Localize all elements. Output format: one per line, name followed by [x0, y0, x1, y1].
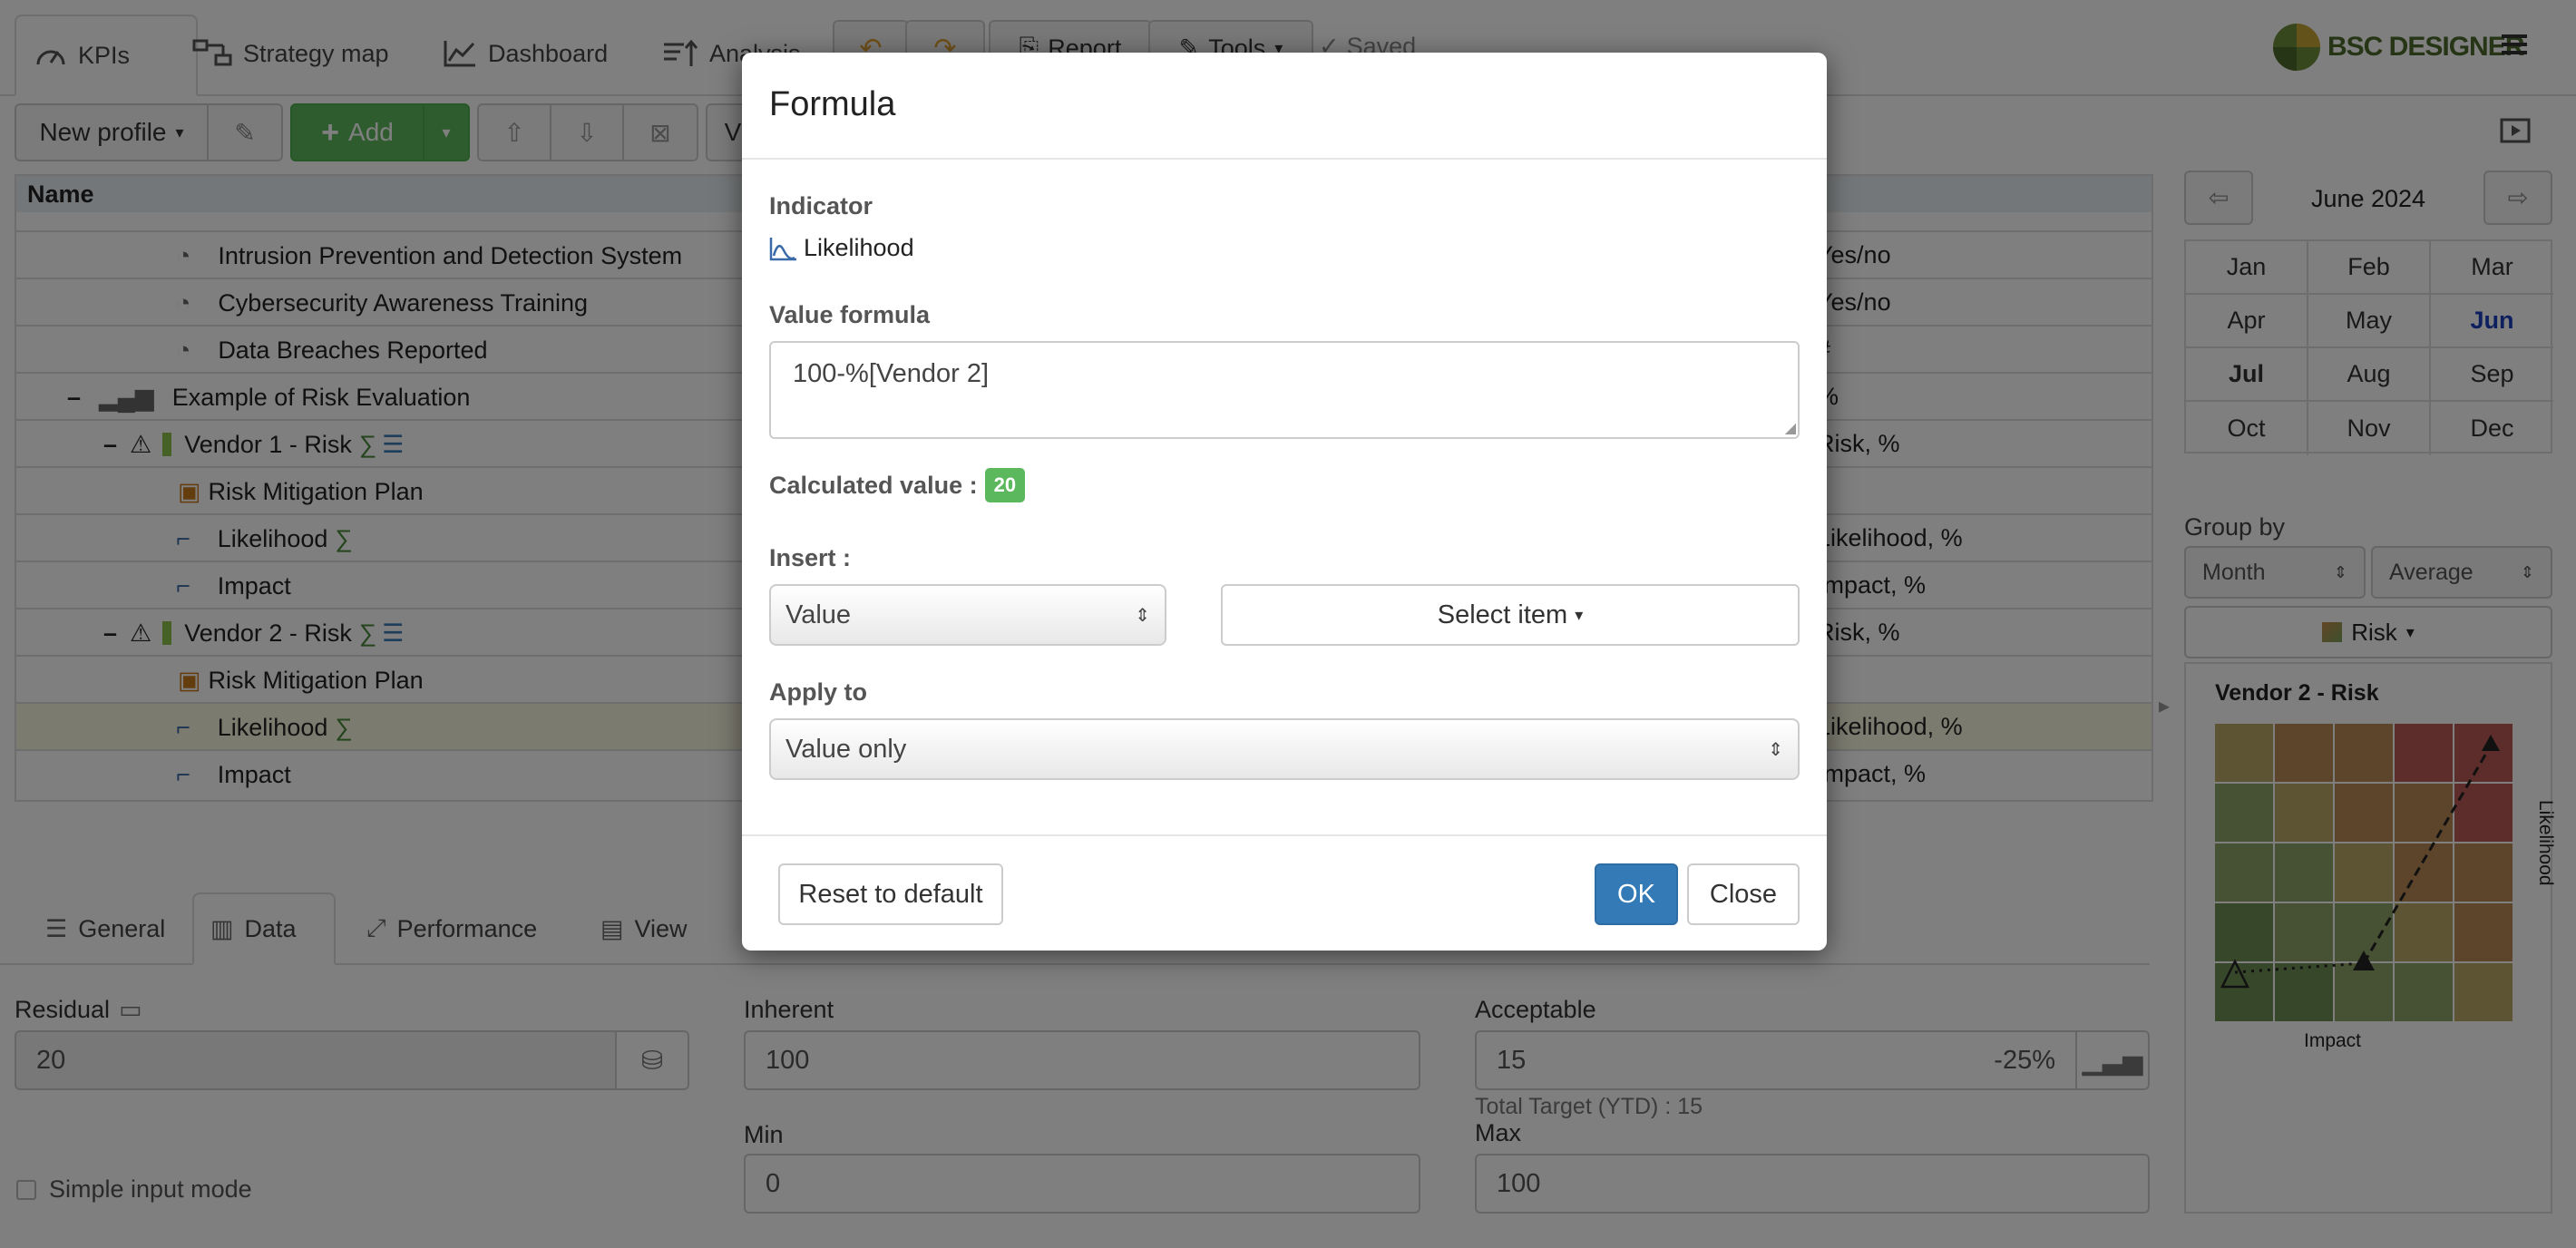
ok-button[interactable]: OK: [1595, 863, 1678, 925]
select-item-label: Select item: [1437, 600, 1568, 629]
apply-to-value: Value only: [785, 734, 907, 764]
calculated-value-group: Calculated value : 20: [769, 468, 1026, 502]
trend-icon: [769, 236, 798, 261]
indicator-value: Likelihood: [804, 234, 914, 261]
apply-to-select[interactable]: Value only ⇕: [769, 718, 1800, 780]
caret-down-icon: ▾: [1575, 605, 1584, 624]
reset-label: Reset to default: [798, 879, 983, 909]
indicator-label: Indicator: [769, 192, 873, 219]
select-arrows-icon: ⇕: [1135, 605, 1150, 626]
close-button[interactable]: Close: [1687, 863, 1800, 925]
dialog-footer-divider: [742, 834, 1827, 836]
dialog-header-divider: [742, 158, 1827, 160]
formula-dialog: Formula Indicator Likelihood Value formu…: [742, 53, 1827, 951]
dialog-title: Formula: [769, 85, 896, 123]
calculated-value-label: Calculated value :: [769, 471, 978, 499]
value-formula-textarea[interactable]: 100-%[Vendor 2] ◢: [769, 341, 1800, 439]
ok-label: OK: [1617, 879, 1655, 909]
resize-handle-icon[interactable]: ◢: [1785, 419, 1796, 437]
select-item-button[interactable]: Select item ▾: [1221, 584, 1800, 646]
select-arrows-icon: ⇕: [1768, 739, 1783, 760]
insert-label: Insert :: [769, 544, 852, 571]
apply-to-label: Apply to: [769, 678, 867, 706]
formula-text: 100-%[Vendor 2]: [793, 359, 990, 388]
indicator-value-group: Likelihood: [769, 234, 914, 262]
insert-type-select[interactable]: Value ⇕: [769, 584, 1166, 646]
reset-to-default-button[interactable]: Reset to default: [778, 863, 1003, 925]
value-formula-label: Value formula: [769, 301, 931, 328]
insert-type-value: Value: [785, 600, 852, 629]
close-label: Close: [1709, 879, 1778, 909]
calculated-value-badge: 20: [984, 468, 1026, 502]
